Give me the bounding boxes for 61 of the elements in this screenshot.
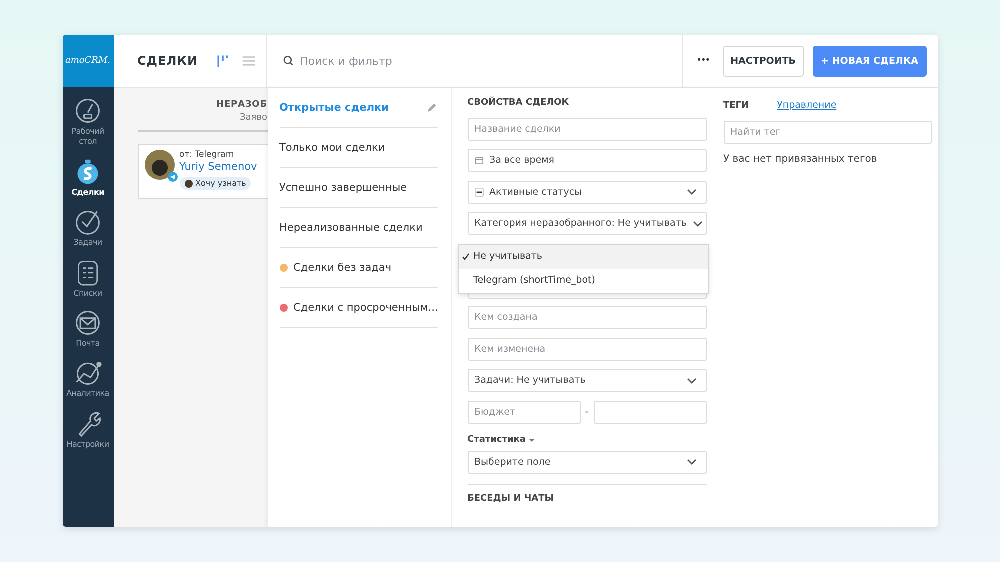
gauge-icon	[74, 97, 102, 125]
chevron-down-icon	[686, 189, 696, 195]
select-field[interactable]: Выберите поле	[468, 450, 706, 474]
nav-item[interactable]: Почта	[74, 308, 102, 350]
pencil-icon[interactable]	[426, 102, 438, 113]
nav-item[interactable]: Рабочий стол	[62, 97, 114, 148]
deal-source: от: Telegram	[180, 150, 234, 160]
nav-item[interactable]: Аналитика	[66, 359, 110, 400]
page-title: СДЕЛКИ	[138, 54, 198, 68]
range-separator: -	[584, 406, 590, 418]
chart-icon	[74, 359, 102, 388]
column-subtitle: Заяво	[240, 113, 268, 123]
search-field[interactable]: Поиск и фильтр	[300, 54, 682, 68]
calendar-icon	[474, 156, 484, 165]
minus-box-icon	[474, 188, 484, 196]
deal-card[interactable]: от: Telegram Yuriy Semenov Хочу узнать	[138, 144, 268, 199]
manage-link[interactable]: Управление	[777, 100, 837, 111]
message-tag: Хочу узнать	[180, 177, 252, 190]
section-title: ТЕГИ	[724, 100, 750, 110]
chevron-down-icon	[686, 378, 696, 384]
filter-preset[interactable]: Только мои сделки	[280, 128, 438, 168]
dropdown-option[interactable]: Telegram (shortTime_bot)	[458, 268, 708, 292]
empty-message: У вас нет привязанных тегов	[724, 154, 878, 165]
mail-icon	[74, 308, 102, 337]
select-field[interactable]: Задачи: Не учитывать	[468, 369, 706, 392]
input-field[interactable]: Кем изменена	[468, 338, 706, 360]
section-title: СВОЙСТВА СДЕЛОК	[468, 98, 570, 108]
logo[interactable]: amoCRM.	[62, 35, 114, 87]
input-field[interactable]: Бюджет	[468, 400, 580, 424]
filter-preset[interactable]: Успешно завершенные	[280, 168, 438, 208]
column-title: НЕРАЗОБ	[216, 100, 268, 110]
section-title: БЕСЕДЫ И ЧАТЫ	[468, 494, 556, 504]
nav-item[interactable]: Задачи	[74, 208, 102, 249]
date-field[interactable]: За все время	[468, 149, 706, 172]
list-view-icon[interactable]	[242, 54, 256, 68]
filter-preset[interactable]: Сделки с просроченным...	[280, 288, 438, 328]
nav-item[interactable]: Списки	[74, 258, 102, 299]
configure-button[interactable]: НАСТРОИТЬ	[722, 46, 804, 76]
tag-search-field[interactable]: Найти тег	[724, 121, 932, 144]
more-button[interactable]: •••	[696, 56, 710, 66]
pipeline-view-icon[interactable]	[216, 54, 230, 68]
filter-preset[interactable]: Сделки без задач	[280, 248, 438, 288]
check-icon	[74, 208, 102, 236]
input-field[interactable]	[594, 400, 706, 424]
check-icon	[462, 252, 470, 260]
search-icon	[282, 55, 294, 67]
filter-preset[interactable]: Нереализованные сделки	[280, 208, 438, 248]
input-field[interactable]: Кем создана	[468, 306, 706, 329]
chevron-down-icon	[686, 459, 696, 465]
contact-link[interactable]: Yuriy Semenov	[180, 161, 258, 173]
dropdown-option[interactable]: Не учитывать	[458, 244, 708, 268]
filter-preset[interactable]: Открытые сделки	[280, 88, 438, 128]
chevron-down-icon	[692, 220, 703, 226]
nav-item[interactable]: Настройки	[66, 410, 110, 450]
statistics-toggle[interactable]: Статистика	[468, 435, 535, 445]
nav-item[interactable]: Сделки	[72, 158, 104, 198]
select-field[interactable]: Категория неразобранного: Не учитывать	[468, 212, 706, 235]
select-field[interactable]: Активные статусы	[468, 180, 706, 204]
input-field[interactable]: Название сделки	[468, 118, 706, 140]
telegram-badge-icon	[168, 172, 178, 182]
avatar	[144, 150, 174, 180]
